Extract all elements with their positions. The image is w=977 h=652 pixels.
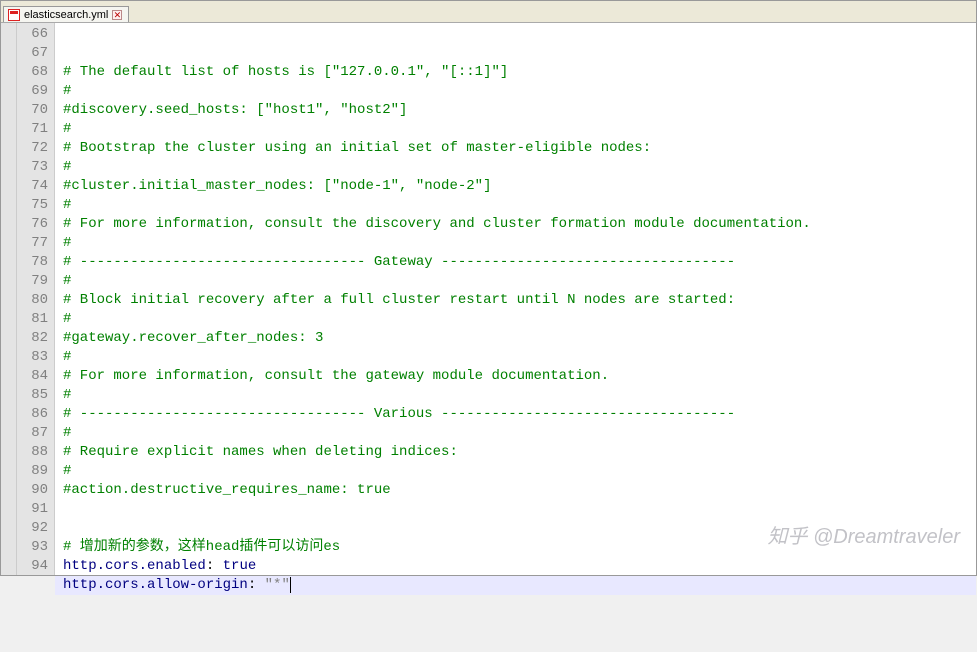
comment-text: # Require explicit names when deleting i… bbox=[63, 444, 458, 460]
line-number: 77 bbox=[17, 234, 48, 253]
line-number: 88 bbox=[17, 443, 48, 462]
line-number: 80 bbox=[17, 291, 48, 310]
comment-text: # bbox=[63, 235, 71, 251]
code-line[interactable]: # ---------------------------------- Gat… bbox=[63, 253, 976, 272]
comment-text: # bbox=[63, 387, 71, 403]
code-line[interactable]: # The default list of hosts is ["127.0.0… bbox=[63, 63, 976, 82]
code-line[interactable]: # bbox=[63, 462, 976, 481]
line-number: 71 bbox=[17, 120, 48, 139]
comment-text: # The default list of hosts is ["127.0.0… bbox=[63, 64, 508, 80]
comment-text: # bbox=[63, 83, 71, 99]
code-area[interactable]: # The default list of hosts is ["127.0.0… bbox=[55, 23, 976, 575]
code-line[interactable]: # bbox=[63, 196, 976, 215]
code-line[interactable]: # bbox=[63, 158, 976, 177]
yaml-sep: : bbox=[248, 577, 265, 593]
line-number: 74 bbox=[17, 177, 48, 196]
fold-margin[interactable] bbox=[1, 23, 17, 575]
comment-text: # bbox=[63, 463, 71, 479]
line-number: 92 bbox=[17, 519, 48, 538]
yaml-value: true bbox=[223, 558, 257, 574]
comment-text: # bbox=[63, 311, 71, 327]
line-number: 94 bbox=[17, 557, 48, 576]
comment-text: # bbox=[63, 121, 71, 137]
code-line[interactable]: # Require explicit names when deleting i… bbox=[63, 443, 976, 462]
code-line[interactable]: #action.destructive_requires_name: true bbox=[63, 481, 976, 500]
code-line[interactable]: # bbox=[63, 234, 976, 253]
code-line[interactable]: # bbox=[63, 310, 976, 329]
line-number: 87 bbox=[17, 424, 48, 443]
code-line[interactable]: # Block initial recovery after a full cl… bbox=[63, 291, 976, 310]
yaml-key: http.cors.enabled bbox=[63, 558, 206, 574]
comment-text: #gateway.recover_after_nodes: 3 bbox=[63, 330, 323, 346]
code-line[interactable]: # bbox=[63, 120, 976, 139]
comment-text: # bbox=[63, 159, 71, 175]
line-number: 76 bbox=[17, 215, 48, 234]
comment-text: # For more information, consult the disc… bbox=[63, 216, 811, 232]
code-line[interactable]: # bbox=[63, 82, 976, 101]
code-line[interactable]: # Bootstrap the cluster using an initial… bbox=[63, 139, 976, 158]
line-number: 84 bbox=[17, 367, 48, 386]
line-number: 83 bbox=[17, 348, 48, 367]
line-number: 86 bbox=[17, 405, 48, 424]
line-number: 75 bbox=[17, 196, 48, 215]
comment-text: # ---------------------------------- Var… bbox=[63, 406, 735, 422]
tab-filename: elasticsearch.yml bbox=[24, 9, 108, 21]
code-line[interactable]: #discovery.seed_hosts: ["host1", "host2"… bbox=[63, 101, 976, 120]
line-number: 72 bbox=[17, 139, 48, 158]
line-number: 89 bbox=[17, 462, 48, 481]
comment-text: # ---------------------------------- Gat… bbox=[63, 254, 735, 270]
code-line[interactable]: # 增加新的参数，这样head插件可以访问es bbox=[63, 538, 976, 557]
comment-text: #cluster.initial_master_nodes: ["node-1"… bbox=[63, 178, 491, 194]
line-number: 69 bbox=[17, 82, 48, 101]
code-line[interactable]: # bbox=[63, 348, 976, 367]
text-cursor bbox=[290, 577, 291, 593]
yaml-key: http.cors.allow-origin bbox=[63, 577, 248, 593]
comment-text: # 增加新的参数，这样head插件可以访问es bbox=[63, 539, 340, 555]
line-number: 67 bbox=[17, 44, 48, 63]
code-line[interactable] bbox=[63, 595, 976, 614]
comment-text: # Block initial recovery after a full cl… bbox=[63, 292, 735, 308]
comment-text: # bbox=[63, 273, 71, 289]
comment-text: # bbox=[63, 197, 71, 213]
code-line[interactable]: # For more information, consult the disc… bbox=[63, 215, 976, 234]
close-icon[interactable]: ✕ bbox=[112, 10, 122, 20]
line-number: 82 bbox=[17, 329, 48, 348]
line-number: 78 bbox=[17, 253, 48, 272]
code-line[interactable]: http.cors.enabled: true bbox=[63, 557, 976, 576]
code-editor[interactable]: 6667686970717273747576777879808182838485… bbox=[1, 23, 976, 575]
file-icon bbox=[8, 9, 20, 21]
code-line[interactable] bbox=[63, 519, 976, 538]
code-line[interactable]: # bbox=[63, 386, 976, 405]
code-line[interactable]: # For more information, consult the gate… bbox=[63, 367, 976, 386]
comment-text: #action.destructive_requires_name: true bbox=[63, 482, 391, 498]
line-number: 66 bbox=[17, 25, 48, 44]
line-number: 81 bbox=[17, 310, 48, 329]
line-number: 85 bbox=[17, 386, 48, 405]
code-line[interactable]: # ---------------------------------- Var… bbox=[63, 405, 976, 424]
comment-text: # For more information, consult the gate… bbox=[63, 368, 609, 384]
code-line[interactable]: # bbox=[63, 272, 976, 291]
line-number-gutter: 6667686970717273747576777879808182838485… bbox=[17, 23, 55, 575]
line-number: 68 bbox=[17, 63, 48, 82]
line-number: 73 bbox=[17, 158, 48, 177]
line-number: 79 bbox=[17, 272, 48, 291]
code-line[interactable]: # bbox=[63, 424, 976, 443]
comment-text: # bbox=[63, 425, 71, 441]
code-line[interactable] bbox=[63, 500, 976, 519]
code-line[interactable]: #cluster.initial_master_nodes: ["node-1"… bbox=[63, 177, 976, 196]
code-line[interactable]: http.cors.allow-origin: "*" bbox=[55, 576, 976, 595]
file-tab[interactable]: elasticsearch.yml ✕ bbox=[3, 6, 129, 22]
comment-text: # bbox=[63, 349, 71, 365]
code-line[interactable]: #gateway.recover_after_nodes: 3 bbox=[63, 329, 976, 348]
line-number: 90 bbox=[17, 481, 48, 500]
comment-text: #discovery.seed_hosts: ["host1", "host2"… bbox=[63, 102, 407, 118]
line-number: 93 bbox=[17, 538, 48, 557]
yaml-sep: : bbox=[206, 558, 223, 574]
line-number: 70 bbox=[17, 101, 48, 120]
line-number: 91 bbox=[17, 500, 48, 519]
comment-text: # Bootstrap the cluster using an initial… bbox=[63, 140, 651, 156]
yaml-value: "*" bbox=[265, 577, 290, 593]
tab-bar: elasticsearch.yml ✕ bbox=[1, 1, 976, 23]
